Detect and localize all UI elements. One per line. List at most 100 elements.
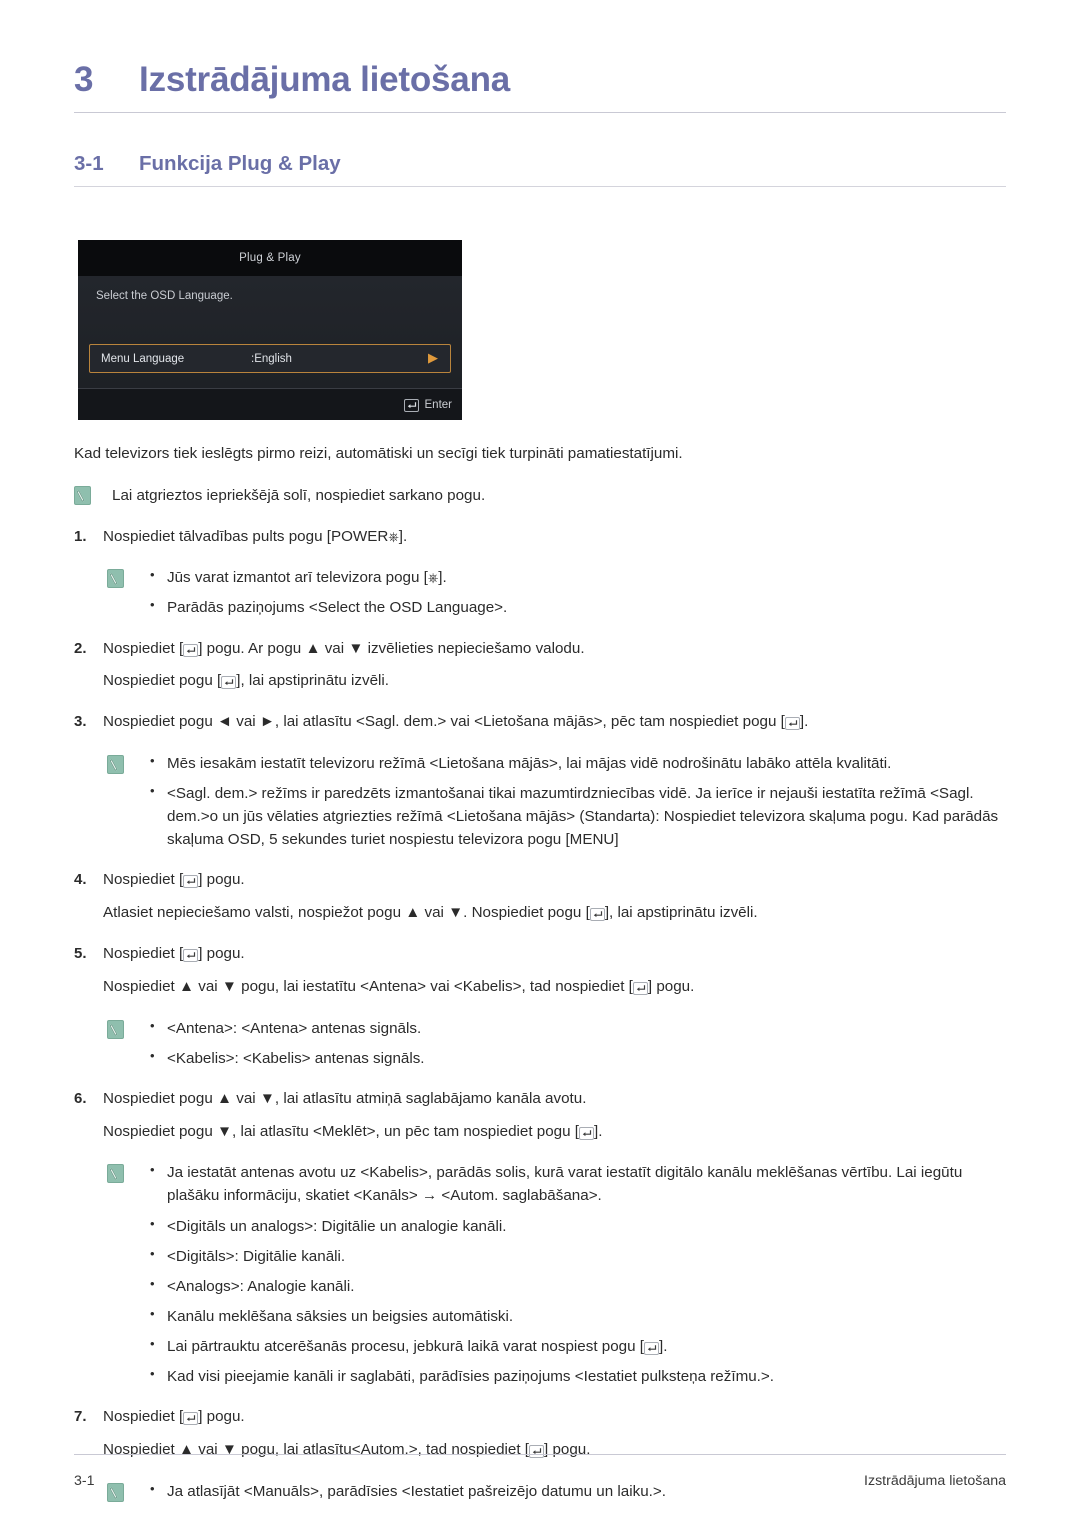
osd-title: Plug & Play — [78, 240, 462, 276]
step-3-text-a: Nospiediet pogu ◄ vai ►, lai atlasītu <S… — [103, 713, 785, 731]
footer-page-number: 3-1 — [74, 1473, 95, 1489]
note-pencil-icon — [74, 485, 91, 505]
osd-row-label: Menu Language — [101, 352, 185, 365]
step-6-cont-a: Nospiediet pogu ▼, lai atlasītu <Meklēt>… — [103, 1122, 580, 1140]
power-icon: ⎈ — [388, 529, 399, 545]
note-pencil-icon — [107, 754, 124, 774]
step-2: 2. Nospiediet [] pogu. Ar pogu ▲ vai ▼ i… — [74, 638, 1006, 661]
step-1-notes: Jūs varat izmantot arī televizora pogu [… — [107, 565, 1006, 619]
osd-figure: Plug & Play Select the OSD Language. Men… — [78, 240, 1006, 420]
step-5-text: Nospiediet [ ] pogu. — [103, 943, 245, 966]
step-6-number: 6. — [74, 1089, 87, 1107]
osd-prompt-text: Select the OSD Language. — [96, 290, 233, 302]
footer-chapter-title: Izstrādājuma lietošana — [864, 1473, 1006, 1489]
chevron-right-icon: ▶ — [428, 351, 438, 366]
osd-row-value: :English — [251, 352, 292, 365]
step-4-continuation: Atlasiet nepieciešamo valsti, nospiežot … — [103, 902, 1006, 925]
step-2-text: Nospiediet [] pogu. Ar pogu ▲ vai ▼ izvē… — [103, 638, 585, 661]
step-3-notes: Mēs iesakām iestatīt televizoru režīmā <… — [107, 751, 1006, 851]
osd-enter-label: Enter — [424, 399, 453, 411]
step-3-text-b: ]. — [799, 713, 809, 731]
step-7: 7. Nospiediet [ ] pogu. — [74, 1406, 1006, 1429]
enter-key-icon — [529, 1444, 545, 1458]
step-6-continuation: Nospiediet pogu ▼, lai atlasītu <Meklēt>… — [103, 1121, 1006, 1144]
note-top: Lai atgrieztos iepriekšējā solī, nospied… — [74, 485, 1006, 508]
list-item: <Digitāls un analogs>: Digitālie un anal… — [145, 1213, 1006, 1238]
step-5-notes: <Antena>: <Antena> antenas signāls. <Kab… — [107, 1016, 1006, 1070]
step-7-text-a: Nospiediet [ — [103, 1408, 184, 1426]
chapter-number: 3 — [74, 60, 94, 99]
step-2-cont-b: ], lai apstiprinātu izvēli. — [236, 672, 390, 690]
footer-divider — [74, 1454, 1006, 1455]
list-item: Lai pārtrauktu atcerēšanās procesu, jebk… — [145, 1334, 1006, 1358]
step-5-text-a: Nospiediet [ — [103, 944, 184, 962]
step-4-text-a: Nospiediet [ — [103, 871, 184, 889]
enter-key-icon — [579, 1126, 595, 1140]
osd-menu-language-row[interactable]: Menu Language :English ▶ — [89, 344, 451, 373]
enter-key-icon — [784, 717, 800, 731]
section-divider — [74, 186, 1006, 187]
list-item: <Antena>: <Antena> antenas signāls. — [145, 1016, 1006, 1040]
step-4-cont-b: ], lai apstiprinātu izvēli. — [604, 904, 758, 922]
step-2-number: 2. — [74, 639, 87, 657]
step-6-notes: Ja iestatāt antenas avotu uz <Kabelis>, … — [107, 1160, 1006, 1388]
step-5: 5. Nospiediet [ ] pogu. — [74, 943, 1006, 966]
osd-body: Select the OSD Language. Menu Language :… — [78, 276, 462, 388]
list-item: <Digitāls>: Digitālie kanāli. — [145, 1244, 1006, 1268]
step-3-note-list: Mēs iesakām iestatīt televizoru režīmā <… — [145, 751, 1006, 851]
enter-key-icon — [632, 981, 648, 995]
list-item: <Analogs>: Analogie kanāli. — [145, 1274, 1006, 1298]
step-5-number: 5. — [74, 944, 87, 962]
enter-key-icon — [403, 398, 419, 412]
list-item: <Kabelis>: <Kabelis> antenas signāls. — [145, 1046, 1006, 1070]
enter-key-icon — [183, 875, 199, 889]
note-text-a: Jūs varat izmantot arī televizora pogu [ — [167, 569, 428, 587]
step-2-cont-a: Nospiediet pogu [ — [103, 672, 222, 690]
list-item: <Sagl. dem.> režīms ir paredzēts izmanto… — [145, 781, 1006, 851]
enter-key-icon — [183, 643, 199, 657]
step-5-cont-b: ] pogu. — [647, 977, 695, 995]
enter-key-icon — [183, 1412, 199, 1426]
step-5-continuation: Nospiediet ▲ vai ▼ pogu, lai iestatītu <… — [103, 976, 1006, 999]
section-number: 3-1 — [74, 152, 104, 175]
step-5-note-list: <Antena>: <Antena> antenas signāls. <Kab… — [145, 1016, 1006, 1070]
section-heading: 3-1 Funkcija Plug & Play — [74, 152, 1006, 176]
step-7-cont-a: Nospiediet ▲ vai ▼ pogu, lai atlasītu<Au… — [103, 1440, 530, 1458]
note-top-text: Lai atgrieztos iepriekšējā solī, nospied… — [112, 486, 486, 504]
list-item: Kanālu meklēšana sāksies un beigsies aut… — [145, 1304, 1006, 1328]
document-page: 3 Izstrādājuma lietošana 3-1 Funkcija Pl… — [0, 0, 1080, 1527]
step-1-text: Nospiediet tālvadības pults pogu [POWER⎈… — [103, 526, 407, 549]
note-text-b: ]. — [659, 1337, 668, 1355]
page-footer: 3-1 Izstrādājuma lietošana — [74, 1473, 1006, 1489]
list-item: Ja iestatāt antenas avotu uz <Kabelis>, … — [145, 1160, 1006, 1207]
note-text-b: ]. — [438, 569, 447, 587]
step-5-text-b: ] pogu. — [198, 944, 245, 962]
list-item: Jūs varat izmantot arī televizora pogu [… — [145, 565, 1006, 589]
step-7-continuation: Nospiediet ▲ vai ▼ pogu, lai atlasītu<Au… — [103, 1439, 1006, 1462]
step-7-text-b: ] pogu. — [198, 1408, 245, 1426]
step-1-number: 1. — [74, 527, 87, 545]
enter-key-icon — [644, 1341, 659, 1355]
intro-paragraph: Kad televizors tiek ieslēgts pirmo reizi… — [74, 445, 683, 462]
power-icon: ⎈ — [427, 571, 439, 587]
step-7-number: 7. — [74, 1408, 87, 1426]
enter-key-icon — [589, 908, 605, 922]
chapter-heading: 3 Izstrādājuma lietošana — [74, 0, 1006, 100]
step-6-cont-b: ]. — [594, 1122, 603, 1140]
osd-screenshot: Plug & Play Select the OSD Language. Men… — [78, 240, 462, 420]
step-7-cont-b: ] pogu. — [544, 1440, 591, 1458]
note-pencil-icon — [107, 1019, 124, 1039]
step-6: 6. Nospiediet pogu ▲ vai ▼, lai atlasītu… — [74, 1088, 1006, 1111]
step-3-text: Nospiediet pogu ◄ vai ►, lai atlasītu <S… — [103, 711, 808, 734]
step-6-text: Nospiediet pogu ▲ vai ▼, lai atlasītu at… — [103, 1089, 587, 1107]
step-2-text-b: ] pogu. Ar pogu ▲ vai ▼ izvēlieties nepi… — [198, 639, 585, 657]
note-pencil-icon — [107, 1164, 124, 1184]
step-1: 1. Nospiediet tālvadības pults pogu [POW… — [74, 526, 1006, 549]
step-5-cont-a: Nospiediet ▲ vai ▼ pogu, lai iestatītu <… — [103, 977, 633, 995]
enter-key-icon — [221, 676, 237, 690]
list-item: Mēs iesakām iestatīt televizoru režīmā <… — [145, 751, 1006, 775]
step-1-text-a: Nospiediet tālvadības pults pogu [POWER — [103, 527, 389, 545]
step-1-note-list: Jūs varat izmantot arī televizora pogu [… — [145, 565, 1006, 619]
section-title: Funkcija Plug & Play — [139, 152, 341, 175]
step-7-text: Nospiediet [ ] pogu. — [103, 1406, 245, 1429]
